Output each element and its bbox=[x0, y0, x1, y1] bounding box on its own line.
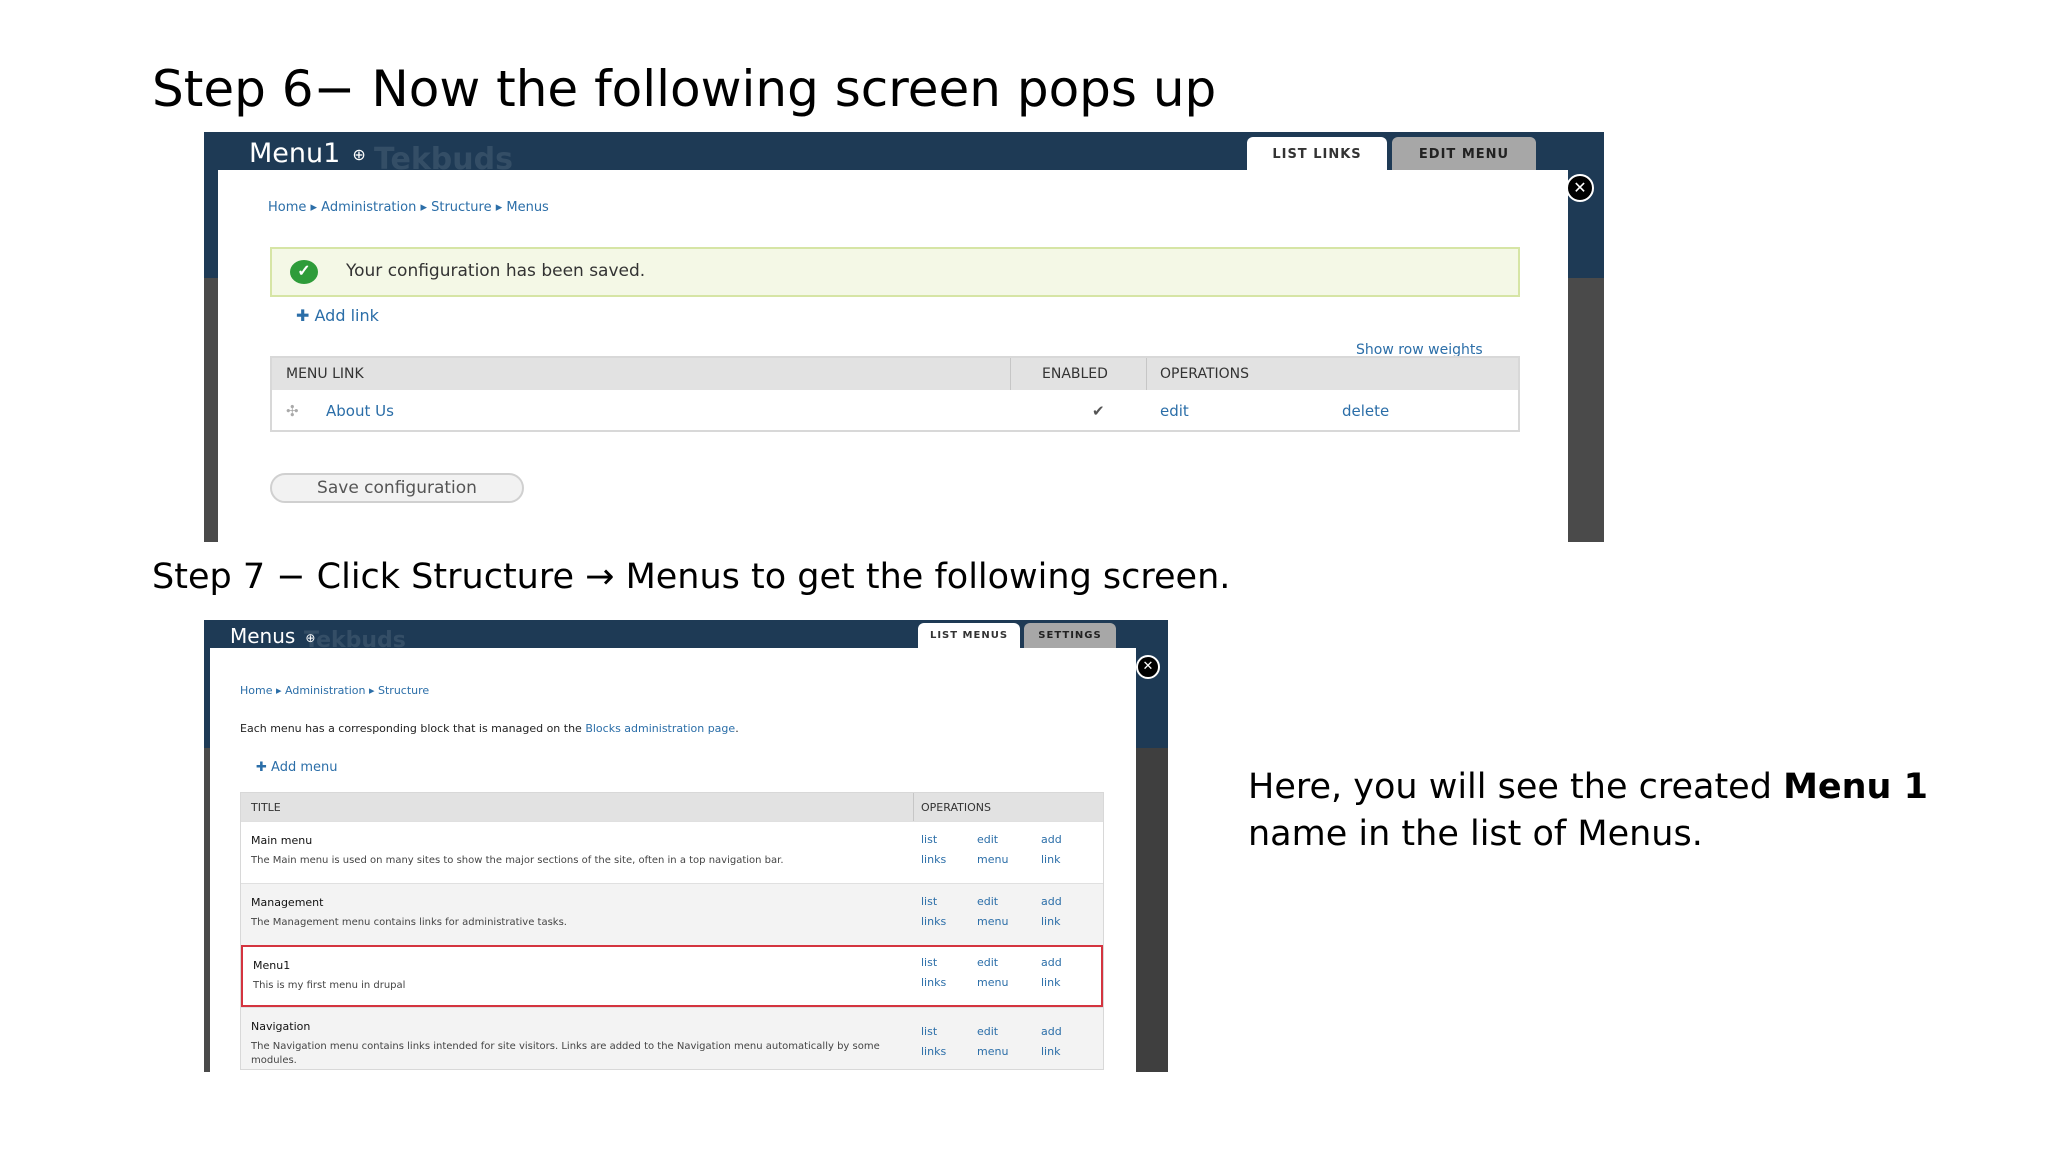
blocks-admin-link[interactable]: Blocks administration page bbox=[585, 722, 735, 735]
slide-title: Step 6− Now the following screen pops up bbox=[152, 60, 1217, 118]
save-configuration-button[interactable]: Save configuration bbox=[270, 473, 524, 503]
edit-menu-link[interactable]: edit menu bbox=[977, 892, 1008, 932]
close-icon[interactable]: ✕ bbox=[1136, 655, 1160, 679]
add-menu-button[interactable]: ✚ Add menu bbox=[256, 760, 337, 775]
edit-menu-link[interactable]: edit menu bbox=[977, 1022, 1008, 1062]
col-operations: OPERATIONS bbox=[921, 801, 991, 814]
col-enabled: ENABLED bbox=[1042, 366, 1108, 382]
list-links-link[interactable]: list links bbox=[921, 1022, 946, 1062]
menu1-bold: Menu 1 bbox=[1783, 767, 1929, 807]
table-header: TITLE OPERATIONS bbox=[241, 793, 1103, 821]
overlay-title: Menu1 ⊕ bbox=[249, 138, 366, 169]
menu-title: Main menu bbox=[251, 834, 313, 847]
plus-icon: ✚ bbox=[296, 306, 315, 325]
col-operations: OPERATIONS bbox=[1160, 366, 1250, 382]
menu-title: Management bbox=[251, 896, 324, 909]
check-icon: ✓ bbox=[290, 260, 318, 284]
menu-description: The Navigation menu contains links inten… bbox=[251, 1041, 880, 1066]
menus-table: TITLE OPERATIONS Main menu The Main menu… bbox=[240, 792, 1104, 1070]
menus-screenshot: Menus ⊕ Tekbuds LIST MENUS SETTINGS Home … bbox=[204, 620, 1168, 1072]
menu-link-about-us[interactable]: About Us bbox=[326, 402, 394, 420]
table-row: Navigation The Navigation menu contains … bbox=[241, 1007, 1103, 1069]
tab-edit-menu[interactable]: EDIT MENU bbox=[1392, 137, 1536, 173]
add-link-link[interactable]: add link bbox=[1041, 953, 1062, 993]
edit-link[interactable]: edit bbox=[1160, 402, 1189, 420]
menu1-screenshot: Menu1 ⊕ Tekbuds LIST LINKS EDIT MENU Home… bbox=[204, 132, 1604, 542]
step7-text: Step 7 − Click Structure → Menus to get … bbox=[152, 557, 1231, 597]
edit-menu-link[interactable]: edit menu bbox=[977, 830, 1008, 870]
plus-icon: ✚ bbox=[256, 760, 272, 775]
breadcrumb[interactable]: Home ▸ Administration ▸ Structure ▸ Menu… bbox=[268, 200, 549, 215]
overlay-content: Home ▸ Administration ▸ Structure Each m… bbox=[210, 648, 1136, 1072]
status-message: ✓ Your configuration has been saved. bbox=[270, 247, 1520, 297]
add-link-link[interactable]: add link bbox=[1041, 830, 1062, 870]
menu-links-table: MENU LINK ENABLED OPERATIONS ✣ About Us … bbox=[270, 356, 1520, 432]
menu-description: The Main menu is used on many sites to s… bbox=[251, 855, 784, 866]
table-row-menu1-highlighted: Menu1 This is my first menu in drupal li… bbox=[241, 945, 1103, 1007]
table-row: Main menu The Main menu is used on many … bbox=[241, 821, 1103, 883]
overlay-content: Home ▸ Administration ▸ Structure ▸ Menu… bbox=[218, 170, 1568, 542]
table-header: MENU LINK ENABLED OPERATIONS bbox=[272, 358, 1518, 390]
table-row: Management The Management menu contains … bbox=[241, 883, 1103, 945]
list-links-link[interactable]: list links bbox=[921, 830, 946, 870]
drag-handle-icon[interactable]: ✣ bbox=[286, 402, 299, 420]
menu-description: The Management menu contains links for a… bbox=[251, 917, 567, 928]
col-menu-link: MENU LINK bbox=[286, 366, 364, 382]
breadcrumb[interactable]: Home ▸ Administration ▸ Structure bbox=[240, 684, 429, 697]
menu-title: Navigation bbox=[251, 1020, 311, 1033]
overlay-title: Menus ⊕ bbox=[230, 624, 316, 648]
delete-link[interactable]: delete bbox=[1342, 402, 1389, 420]
explanation-note: Here, you will see the created Menu 1 na… bbox=[1248, 767, 1929, 854]
tab-list-links[interactable]: LIST LINKS bbox=[1247, 137, 1387, 173]
table-row: ✣ About Us ✔ edit delete bbox=[272, 390, 1518, 430]
menu-description: This is my first menu in drupal bbox=[253, 980, 406, 991]
list-links-link[interactable]: list links bbox=[921, 892, 946, 932]
col-title: TITLE bbox=[251, 801, 281, 814]
status-message-text: Your configuration has been saved. bbox=[346, 261, 646, 281]
close-icon[interactable]: ✕ bbox=[1566, 174, 1594, 202]
list-links-link[interactable]: list links bbox=[921, 953, 946, 993]
tab-list-menus[interactable]: LIST MENUS bbox=[918, 623, 1020, 649]
add-link-button[interactable]: ✚ Add link bbox=[296, 306, 379, 325]
enabled-checkbox[interactable]: ✔ bbox=[1092, 402, 1105, 420]
shortcut-star-icon[interactable]: ⊕ bbox=[352, 145, 365, 164]
add-link-link[interactable]: add link bbox=[1041, 892, 1062, 932]
add-link-link[interactable]: add link bbox=[1041, 1022, 1062, 1062]
menu-title: Menu1 bbox=[253, 959, 291, 972]
edit-menu-link[interactable]: edit menu bbox=[977, 953, 1008, 993]
info-text: Each menu has a corresponding block that… bbox=[240, 722, 739, 735]
tab-settings[interactable]: SETTINGS bbox=[1024, 623, 1116, 649]
